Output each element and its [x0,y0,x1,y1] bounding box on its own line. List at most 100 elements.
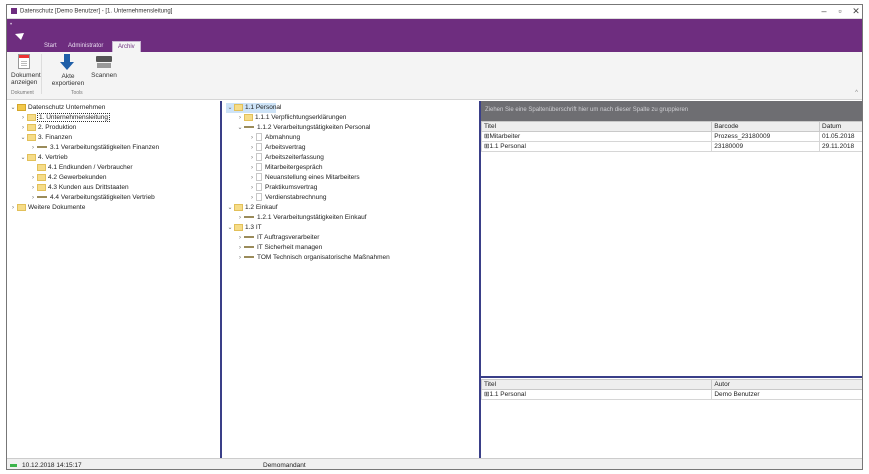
chevron-right-icon[interactable]: › [236,243,244,253]
tree-node-datenschutz-unternehmen[interactable]: ⌄ Datenschutz Unternehmen [9,103,105,113]
tree-node-verarbeitung-personal[interactable]: ⌄ 1.1.2 Verarbeitungstätigkeiten Personal [236,123,370,133]
chevron-right-icon[interactable]: › [19,123,27,133]
tree-node-vertrieb[interactable]: ⌄ 4. Vertrieb [19,153,68,163]
akte-exportieren-button[interactable]: Akte exportieren [51,54,85,87]
cell-titel: 1.1 Personal [489,143,526,150]
process-icon [244,236,254,239]
chevron-right-icon[interactable]: › [236,233,244,243]
maximize-button[interactable]: ▫ [833,6,847,16]
column-header-datum[interactable]: Datum [819,121,862,132]
group-by-area[interactable]: Ziehen Sie eine Spaltenüberschrift hier … [481,101,862,121]
chevron-right-icon[interactable]: › [29,183,37,193]
chevron-right-icon[interactable]: › [248,153,256,163]
tree-node-label: IT Sicherheit managen [257,244,323,251]
chevron-right-icon[interactable]: › [236,213,244,223]
table-cell: ⊞1.1 Personal [481,389,713,400]
table-cell: ⊞1.1 Personal [481,141,713,152]
application-window: Datenschutz [Demo Benutzer] - [1. Untern… [6,4,863,470]
tree-node-finanzen[interactable]: ⌄ 3. Finanzen [19,133,72,143]
tree-node-label: 1.1 Personal [245,104,282,111]
tree-node-personal[interactable]: ⌄ 1.1 Personal [226,103,282,113]
tree-node-endkunden[interactable]: 4.1 Endkunden / Verbraucher [29,163,133,173]
tree-node-neuanstellung[interactable]: › Neuanstellung eines Mitarbeiters [248,173,360,183]
tree-node-verarbeitung-finanzen[interactable]: › 3.1 Verarbeitungstätigkeiten Finanzen [29,143,159,153]
folder-icon [27,123,36,131]
tree-node-arbeitszeiterfassung[interactable]: › Arbeitszeiterfassung [248,153,324,163]
tree-node-tom[interactable]: › TOM Technisch organisatorische Maßnahme… [236,253,390,263]
chevron-right-icon[interactable]: › [9,203,17,213]
status-datetime: 10.12.2018 14:15:17 [22,462,82,469]
tree-node-einkauf[interactable]: ⌄ 1.2 Einkauf [226,203,278,213]
chevron-right-icon[interactable]: › [236,253,244,263]
tree-node-weitere-dokumente[interactable]: › Weitere Dokumente [9,203,85,213]
ribbon-collapse-icon[interactable]: ^ [855,90,858,96]
chevron-right-icon[interactable]: › [19,113,27,123]
quick-access-icon[interactable]: • [10,22,12,28]
tree-node-verarbeitung-einkauf[interactable]: › 1.2.1 Verarbeitungstätigkeiten Einkauf [236,213,367,223]
chevron-right-icon[interactable]: › [248,193,256,203]
chevron-right-icon[interactable]: › [248,143,256,153]
dokument-anzeigen-button[interactable]: Dokument anzeigen [11,54,41,86]
tree-node-verarbeitung-vertrieb[interactable]: › 4.4 Verarbeitungstätigkeiten Vertrieb [29,193,155,203]
tree-node-gewerbekunden[interactable]: › 4.2 Gewerbekunden [29,173,107,183]
tree-node-label: TOM Technisch organisatorische Maßnahmen [257,254,390,261]
chevron-right-icon[interactable]: › [248,133,256,143]
tree-node-label: 4.4 Verarbeitungstätigkeiten Vertrieb [50,194,155,201]
chevron-right-icon[interactable]: › [29,193,37,203]
chevron-down-icon[interactable]: ⌄ [19,133,27,143]
column-header-titel[interactable]: Titel [481,121,713,132]
document-icon [256,173,262,182]
column-header-titel[interactable]: Titel [481,379,713,390]
chevron-right-icon[interactable]: › [29,173,37,183]
tab-administrator[interactable]: Administrator [63,41,108,52]
scannen-button[interactable]: Scannen [91,54,117,79]
tree-node-label: 2. Produktion [38,124,77,131]
table-row[interactable]: ⊞Mitarbeiter Prozess_23180009 01.05.2018 [481,131,862,142]
table-row[interactable]: ⊞1.1 Personal Demo Benutzer [481,389,862,400]
cell-datum: 29.11.2018 [819,141,862,152]
close-button[interactable]: ✕ [849,6,862,17]
cell-titel: 1.1 Personal [489,391,526,398]
tree-node-it[interactable]: ⌄ 1.3 IT [226,223,262,233]
export-arrow-icon [60,54,76,70]
process-icon [37,146,47,149]
folder-icon [17,203,26,211]
grid-splitter[interactable] [481,376,862,378]
tree-node-verdienstabrechnung[interactable]: › Verdienstabrechnung [248,193,326,203]
tree-node-mitarbeitergespraech[interactable]: › Mitarbeitergespräch [248,163,322,173]
tree-node-arbeitsvertrag[interactable]: › Arbeitsvertrag [248,143,305,153]
tree-node-praktikumsvertrag[interactable]: › Praktikumsvertrag [248,183,317,193]
table-row[interactable]: ⊞1.1 Personal 23180009 29.11.2018 [481,141,862,152]
chevron-right-icon[interactable]: › [236,113,244,123]
minimize-button[interactable]: – [817,6,831,16]
group-by-hint: Ziehen Sie eine Spaltenüberschrift hier … [485,107,689,113]
chevron-right-icon[interactable]: › [29,143,37,153]
group-label-tools: Tools [71,90,83,96]
column-header-autor[interactable]: Autor [711,379,862,390]
status-mandant: Demomandant [263,462,306,469]
chevron-right-icon[interactable]: › [248,173,256,183]
app-logo-icon[interactable] [15,33,24,40]
tree-node-verpflichtungserklaerungen[interactable]: › 1.1.1 Verpflichtungserklärungen [236,113,346,123]
tree-node-label: Arbeitszeiterfassung [265,154,324,161]
chevron-down-icon[interactable]: ⌄ [236,123,244,133]
chevron-down-icon[interactable]: ⌄ [19,153,27,163]
tree-node-abmahnung[interactable]: › Abmahnung [248,133,300,143]
chevron-right-icon[interactable]: › [248,183,256,193]
chevron-down-icon[interactable]: ⌄ [226,203,234,213]
tree-node-label: Weitere Dokumente [28,204,86,211]
chevron-down-icon[interactable]: ⌄ [226,103,234,113]
tree-node-produktion[interactable]: › 2. Produktion [19,123,76,133]
tree-node-drittstaaten[interactable]: › 4.3 Kunden aus Drittstaaten [29,183,129,193]
tab-start[interactable]: Start [39,41,62,52]
chevron-right-icon[interactable]: › [248,163,256,173]
tree-node-unternehmensleitung[interactable]: › 1. Unternehmensleitung [19,113,111,123]
tree-node-it-sicherheit[interactable]: › IT Sicherheit managen [236,243,322,253]
tree-node-it-auftragsverarbeiter[interactable]: › IT Auftragsverarbeiter [236,233,319,243]
column-header-barcode[interactable]: Barcode [711,121,821,132]
chevron-down-icon[interactable]: ⌄ [9,103,17,113]
chevron-down-icon[interactable]: ⌄ [226,223,234,233]
process-icon [37,196,47,199]
document-icon [256,183,262,192]
tab-archiv[interactable]: Archiv [112,41,141,52]
